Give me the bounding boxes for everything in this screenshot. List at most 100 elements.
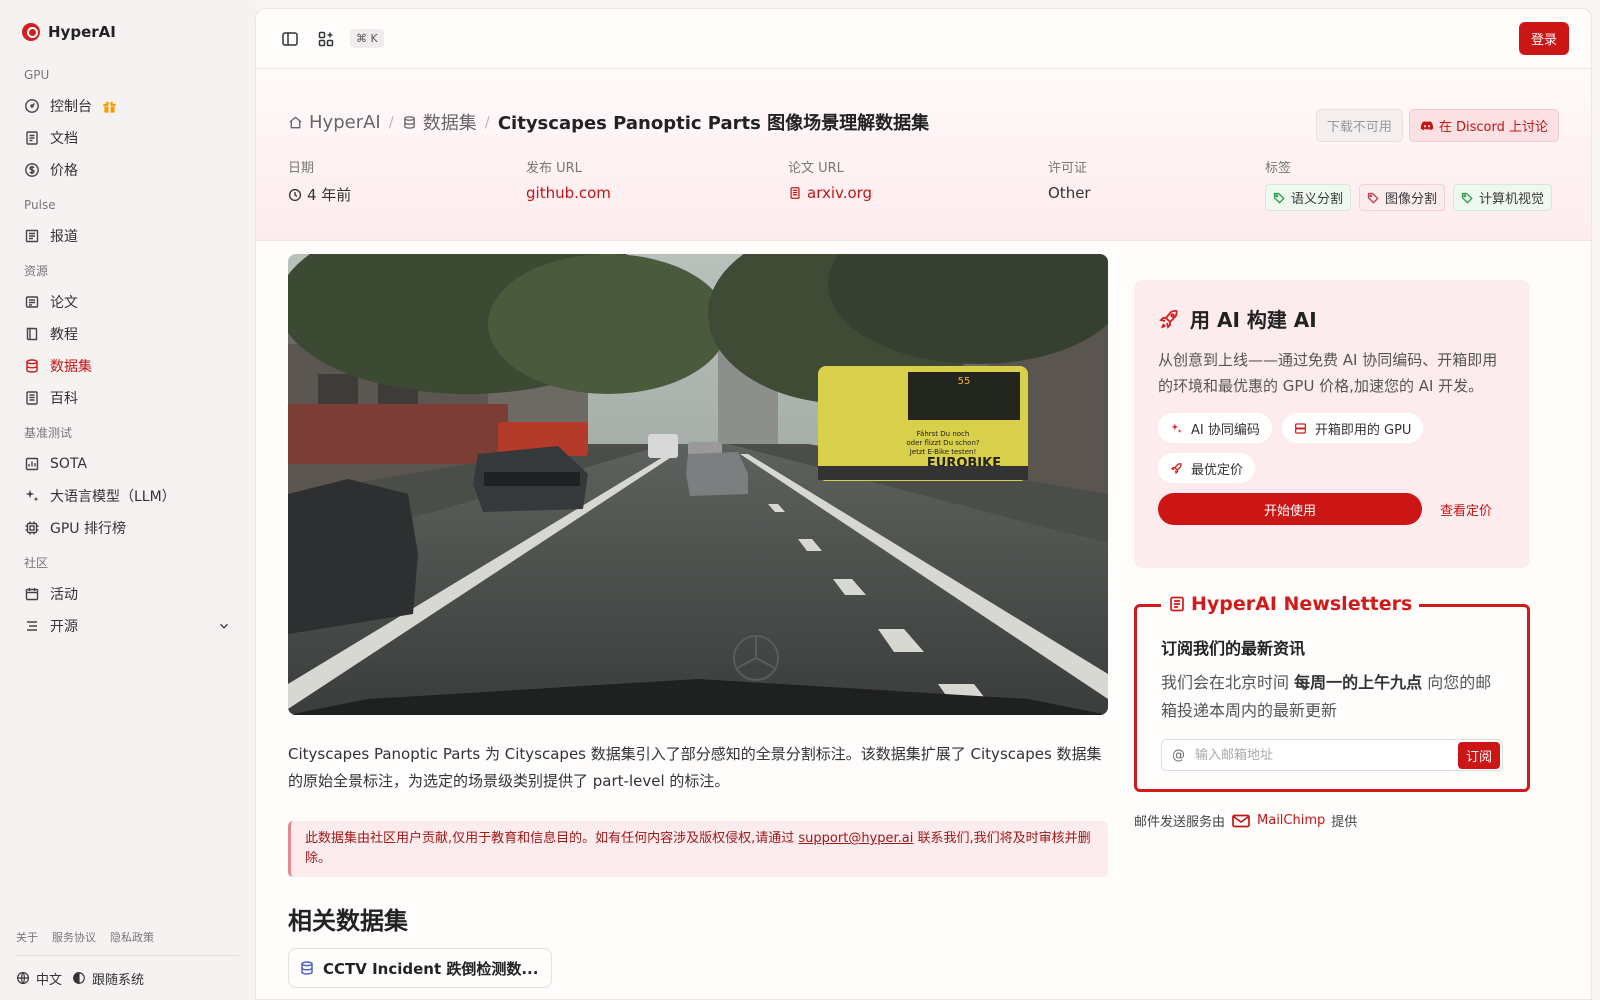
sidebar-item-reports[interactable]: 报道 [16, 220, 239, 252]
promo-title-label: 用 AI 构建 AI [1190, 308, 1317, 332]
toggle-sidebar-button[interactable] [278, 27, 302, 51]
discord-button[interactable]: 在 Discord 上讨论 [1408, 109, 1559, 142]
about-link[interactable]: 关于 [16, 929, 38, 945]
dataset-description: Cityscapes Panoptic Parts 为 Cityscapes 数… [288, 745, 1102, 790]
newsletter-box: HyperAI Newsletters 订阅我们的最新资讯 我们会在北京时间 每… [1134, 593, 1530, 792]
shortcut-hint: ⌘ K [350, 29, 384, 48]
language-switcher[interactable]: 中文 [16, 969, 62, 988]
brand[interactable]: HyperAI [16, 0, 239, 64]
meta-date: 日期 4 年前 [288, 157, 526, 211]
support-email-link[interactable]: support@hyper.ai [798, 831, 913, 846]
tag-label: 计算机视觉 [1479, 192, 1545, 207]
meta-tags: 标签 语义分割 图像分割 计算机视觉 [1265, 157, 1553, 211]
theme-switcher[interactable]: 跟随系统 [72, 969, 144, 988]
meta-license: 许可证 Other [1048, 157, 1265, 211]
download-button[interactable]: 下载不可用 [1315, 109, 1403, 142]
sidebar-toggle-icon [282, 31, 298, 46]
sidebar-item-label: 数据集 [50, 359, 92, 375]
book-icon [26, 327, 38, 341]
sidebar-item-label: 价格 [50, 163, 78, 179]
sidebar-item-wiki[interactable]: 百科 [16, 382, 239, 414]
subscribe-button[interactable]: 订阅 [1457, 741, 1500, 769]
gauge-icon [25, 99, 39, 113]
dataset-meta: 日期 4 年前 发布 URL github.com 论文 URL arxiv.o… [288, 157, 1559, 211]
sparkles-icon [1171, 422, 1182, 433]
meta-label: 许可证 [1048, 161, 1088, 176]
sidebar-item-label: 大语言模型（LLM） [50, 489, 176, 505]
dataset-header: HyperAI / 数据集 / Cityscapes Panoptic Part… [256, 69, 1591, 241]
database-icon [301, 961, 313, 975]
sidebar-item-events[interactable]: 活动 [16, 578, 239, 610]
street-scene-image: 55 Fährst Du noch oder flizzt Du schon? … [288, 254, 1108, 715]
mailchimp-label: MailChimp [1257, 813, 1326, 828]
tag-chip[interactable]: 图像分割 [1359, 184, 1446, 211]
sparkles-icon [25, 489, 39, 502]
tag-chip[interactable]: 计算机视觉 [1453, 184, 1553, 211]
leaderboard-icon [25, 457, 39, 471]
tag-list: 语义分割 图像分割 计算机视觉 [1265, 184, 1553, 211]
sidebar-item-open-source[interactable]: 开源 [16, 610, 239, 642]
chevron-down-icon[interactable] [217, 619, 231, 633]
sidebar-item-papers[interactable]: 论文 [16, 286, 239, 318]
list-icon [27, 621, 37, 631]
sidebar-item-sota[interactable]: SOTA [16, 448, 239, 480]
breadcrumb-datasets[interactable]: 数据集 [402, 109, 477, 135]
mailchimp-link[interactable]: MailChimp [1231, 813, 1325, 829]
breadcrumb-separator: / [484, 113, 490, 131]
related-datasets-heading: 相关数据集 [288, 907, 408, 935]
privacy-link[interactable]: 隐私政策 [110, 929, 154, 945]
tag-chip[interactable]: 语义分割 [1265, 184, 1352, 211]
breadcrumb-home[interactable]: HyperAI [288, 112, 381, 133]
sidebar-item-label: 报道 [50, 229, 78, 245]
sidebar-item-pricing[interactable]: 价格 [16, 154, 239, 186]
tag-label: 图像分割 [1385, 192, 1438, 207]
promo-card: 用 AI 构建 AI 从创意到上线——通过免费 AI 协同编码、开箱即用的环境和… [1134, 280, 1530, 568]
email-input[interactable] [1195, 747, 1458, 763]
paper-url-link[interactable]: arxiv.org [788, 184, 1048, 202]
calendar-icon [25, 588, 39, 601]
newsletter-text: 我们会在北京时间 每周一的上午九点 向您的邮箱投递本周内的最新更新 [1161, 669, 1503, 725]
credit-text-tail: 提供 [1331, 815, 1358, 830]
sidebar-item-console[interactable]: 控制台 [16, 90, 239, 122]
encyclopedia-icon [26, 391, 38, 405]
sidebar-footer: 关于 服务协议 隐私政策 中文 跟随系统 [16, 929, 239, 1000]
tag-label: 语义分割 [1291, 192, 1344, 207]
sidebar-item-datasets[interactable]: 数据集 [16, 350, 239, 382]
hyperai-logo-icon [22, 23, 40, 41]
newspaper-icon [25, 229, 39, 243]
terms-link[interactable]: 服务协议 [52, 929, 96, 945]
copyright-notice: 此数据集由社区用户贡献,仅用于教育和信息目的。如有任何内容涉及版权侵权,请通过 … [288, 821, 1108, 877]
breadcrumb-section-label: 数据集 [422, 113, 477, 134]
feature-chip-label: AI 协同编码 [1191, 422, 1260, 438]
sidebar-item-gpu-ranking[interactable]: GPU 排行榜 [16, 512, 239, 544]
dataset-cover-image: 55 Fährst Du noch oder flizzt Du schon? … [288, 254, 1108, 715]
related-dataset-card[interactable]: CCTV Incident 跌倒检测数... [288, 948, 552, 988]
sidebar: HyperAI GPU 控制台 文档 价格 Pulse 报道 资源 论文 教程 … [0, 0, 255, 1000]
command-palette-button[interactable] [314, 27, 338, 51]
get-started-button[interactable]: 开始使用 [1158, 493, 1422, 525]
topbar: ⌘ K 登录 [256, 9, 1591, 69]
sidebar-item-docs[interactable]: 文档 [16, 122, 239, 154]
settings-row: 中文 跟随系统 [16, 956, 239, 1000]
header-actions: 下载不可用 在 Discord 上讨论 [1315, 109, 1559, 142]
document-icon [26, 131, 38, 145]
rocket-icon [1159, 309, 1178, 329]
login-button[interactable]: 登录 [1518, 22, 1569, 55]
language-label: 中文 [36, 972, 63, 988]
sidebar-item-label: 文档 [50, 131, 78, 147]
sidebar-item-label: 开源 [50, 619, 78, 635]
main-panel: ⌘ K 登录 HyperAI / 数据集 / Cityscapes Panopt… [255, 8, 1592, 1000]
view-pricing-link[interactable]: 查看定价 [1440, 500, 1492, 519]
page-title: Cityscapes Panoptic Parts 图像场景理解数据集 [497, 113, 930, 134]
sidebar-item-tutorials[interactable]: 教程 [16, 318, 239, 350]
promo-title: 用 AI 构建 AI [1158, 304, 1506, 333]
release-url-link[interactable]: github.com [526, 184, 788, 202]
sidebar-item-llm[interactable]: 大语言模型（LLM） [16, 480, 239, 512]
newspaper-icon [1170, 596, 1184, 612]
nav-group-benchmarks: 基准测试 SOTA 大语言模型（LLM） GPU 排行榜 [16, 422, 239, 544]
tag-icon [1273, 192, 1285, 204]
at-icon: @ [1172, 747, 1185, 763]
newsletter-schedule: 每周一的上午九点 [1294, 673, 1423, 692]
dataset-content: 55 Fährst Du noch oder flizzt Du schon? … [288, 254, 1108, 988]
bus-ad-line-1: Fährst Du noch [917, 430, 970, 438]
